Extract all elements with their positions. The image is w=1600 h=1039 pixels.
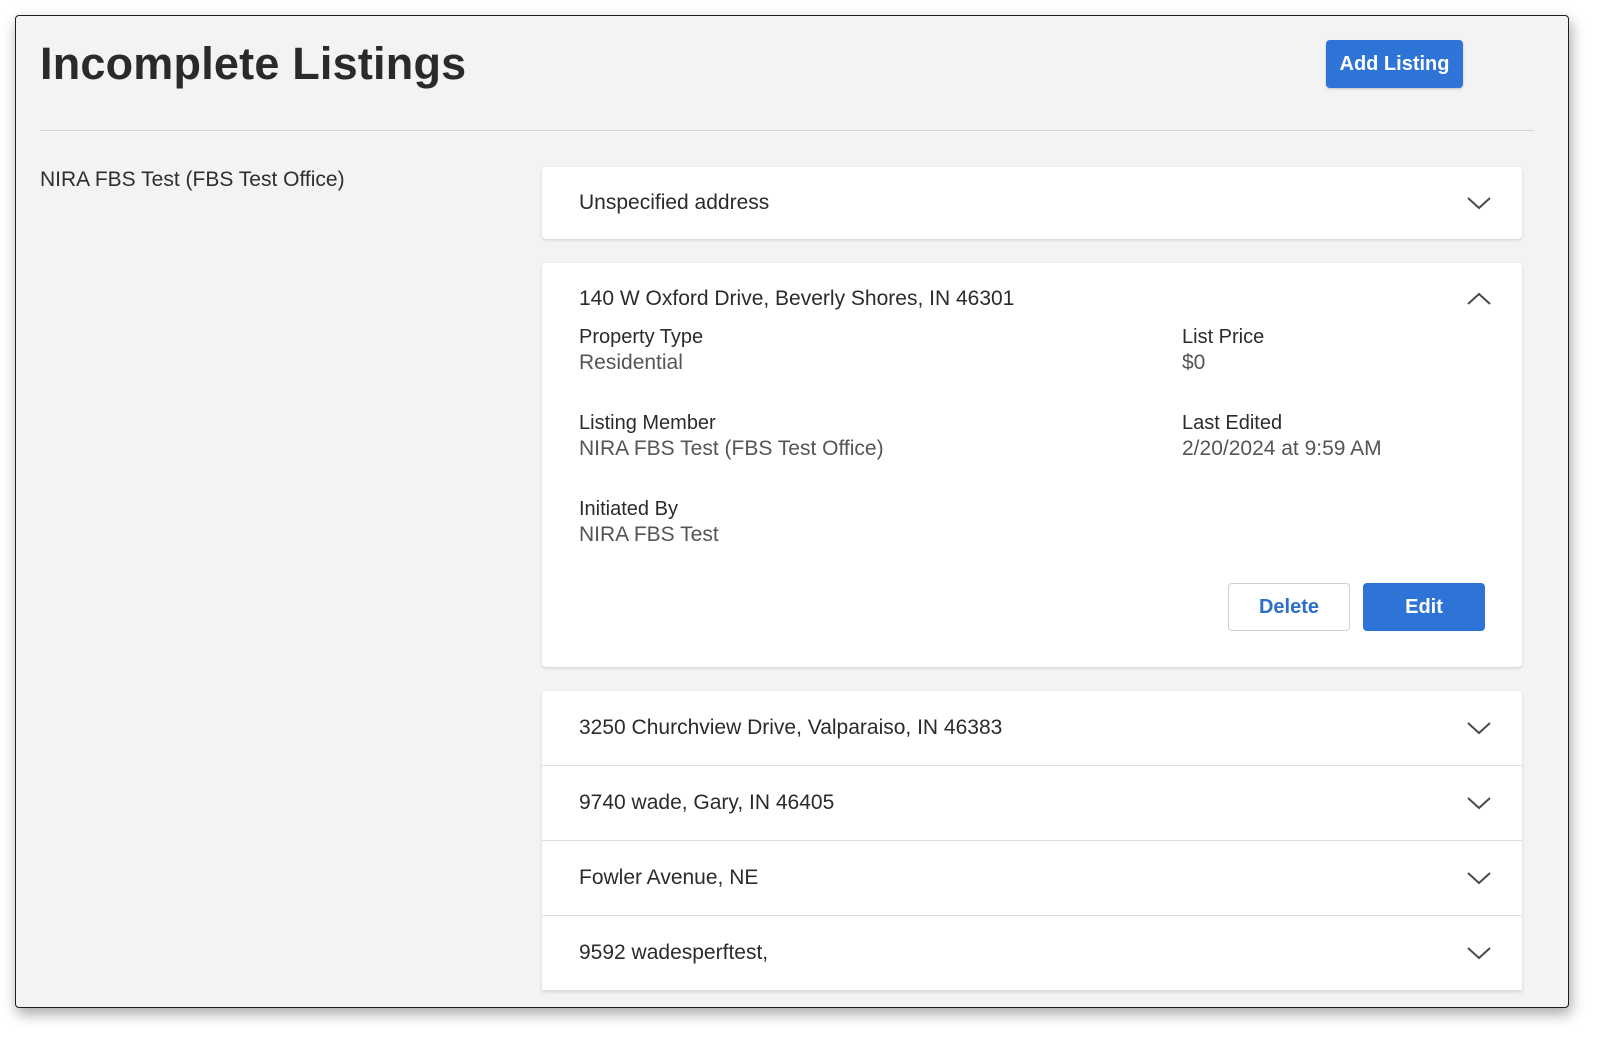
listing-address: 9740 wade, Gary, IN 46405 — [579, 791, 835, 814]
listing-actions: Delete Edit — [579, 583, 1485, 631]
field-property-type: Property Type Residential — [579, 325, 1182, 375]
chevron-down-icon[interactable] — [1466, 945, 1492, 961]
field-label: Last Edited — [1182, 412, 1283, 434]
listing-header[interactable]: 9592 wadesperftest, — [542, 916, 1522, 991]
chevron-down-icon[interactable] — [1466, 195, 1492, 211]
field-label: Listing Member — [579, 412, 716, 434]
field-value: $0 — [1182, 351, 1206, 374]
field-label: Property Type — [579, 326, 704, 348]
listing-group: 3250 Churchview Drive, Valparaiso, IN 46… — [542, 691, 1522, 991]
field-value: 2/20/2024 at 9:59 AM — [1182, 437, 1382, 460]
field-label: List Price — [1182, 326, 1265, 348]
listing-address: Unspecified address — [579, 191, 770, 214]
listing-header[interactable]: Fowler Avenue, NE — [542, 841, 1522, 916]
listing-header[interactable]: 3250 Churchview Drive, Valparaiso, IN 46… — [542, 691, 1522, 766]
listing-card: Unspecified address — [542, 167, 1522, 239]
field-value: Residential — [579, 351, 683, 374]
chevron-down-icon[interactable] — [1466, 720, 1492, 736]
add-listing-button[interactable]: Add Listing — [1326, 40, 1463, 88]
office-label: NIRA FBS Test (FBS Test Office) — [40, 168, 345, 191]
listing-address: 140 W Oxford Drive, Beverly Shores, IN 4… — [579, 287, 1015, 310]
listing-card-expanded: 140 W Oxford Drive, Beverly Shores, IN 4… — [542, 263, 1522, 667]
edit-button[interactable]: Edit — [1363, 583, 1485, 631]
chevron-down-icon[interactable] — [1466, 870, 1492, 886]
chevron-down-icon[interactable] — [1466, 795, 1492, 811]
listing-details: Property Type Residential List Price $0 … — [542, 325, 1522, 667]
listing-address: 9592 wadesperftest, — [579, 941, 769, 964]
delete-button[interactable]: Delete — [1228, 583, 1350, 631]
page-title: Incomplete Listings — [40, 38, 467, 89]
field-initiated-by: Initiated By NIRA FBS Test — [579, 497, 1182, 547]
listing-header[interactable]: Unspecified address — [542, 167, 1522, 239]
field-list-price: List Price $0 — [1182, 325, 1485, 375]
chevron-up-icon[interactable] — [1466, 291, 1492, 307]
field-value: NIRA FBS Test — [579, 523, 719, 546]
field-value: NIRA FBS Test (FBS Test Office) — [579, 437, 884, 460]
app-window: Incomplete Listings Add Listing NIRA FBS… — [15, 15, 1569, 1008]
listing-header[interactable]: 9740 wade, Gary, IN 46405 — [542, 766, 1522, 841]
field-listing-member: Listing Member NIRA FBS Test (FBS Test O… — [579, 411, 1182, 461]
field-last-edited: Last Edited 2/20/2024 at 9:59 AM — [1182, 411, 1485, 461]
listing-address: 3250 Churchview Drive, Valparaiso, IN 46… — [579, 716, 1003, 739]
header-divider — [40, 130, 1534, 131]
field-label: Initiated By — [579, 498, 678, 520]
listing-fields-grid: Property Type Residential List Price $0 … — [579, 325, 1485, 547]
listing-address: Fowler Avenue, NE — [579, 866, 759, 889]
listings-list: Unspecified address 140 W Oxford Drive, … — [542, 167, 1522, 991]
